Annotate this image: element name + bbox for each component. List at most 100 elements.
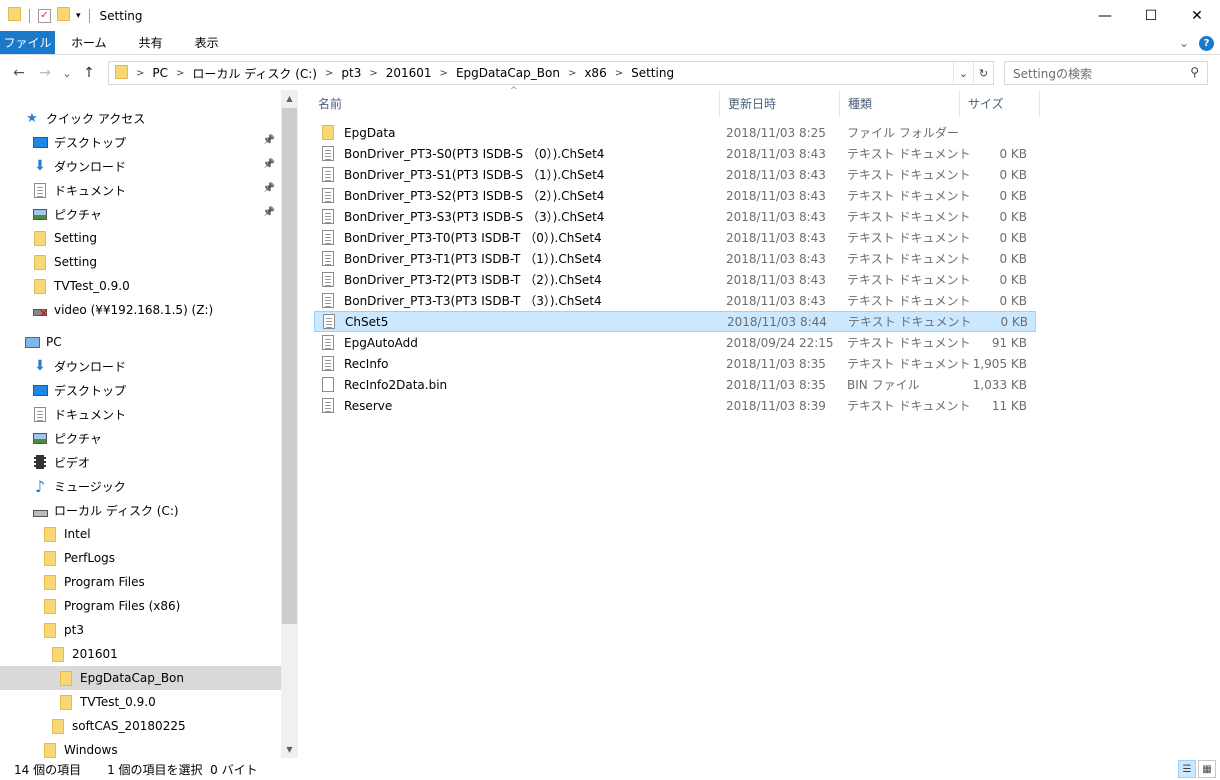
- pin-icon[interactable]: 📌: [263, 159, 275, 170]
- sidebar-item[interactable]: EpgDataCap_Bon: [0, 666, 281, 690]
- pin-icon[interactable]: 📌: [263, 207, 275, 218]
- pin-icon[interactable]: 📌: [263, 183, 275, 194]
- sidebar-item[interactable]: ピクチャ: [0, 426, 281, 450]
- file-row[interactable]: BonDriver_PT3-T2(PT3 ISDB-T （2）).ChSet4 2…: [314, 269, 1036, 290]
- file-row[interactable]: BonDriver_PT3-T3(PT3 ISDB-T （3）).ChSet4 2…: [314, 290, 1036, 311]
- breadcrumb-item[interactable]: pt3: [341, 66, 361, 80]
- expand-ribbon-icon[interactable]: ⌄: [1179, 36, 1189, 50]
- tab-view[interactable]: 表示: [179, 31, 235, 54]
- maximize-button[interactable]: ☐: [1128, 0, 1174, 31]
- new-folder-icon[interactable]: [57, 7, 70, 24]
- sidebar-item[interactable]: TVTest_0.9.0: [0, 690, 281, 714]
- sidebar-item[interactable]: Windows: [0, 738, 281, 758]
- sidebar-item[interactable]: ✕ video (¥¥192.168.1.5) (Z:): [0, 298, 281, 322]
- sidebar-item[interactable]: PC: [0, 330, 281, 354]
- address-dropdown-icon[interactable]: ⌄: [953, 62, 973, 84]
- sidebar-item-label: ビデオ: [54, 455, 91, 470]
- sidebar-item[interactable]: ★ クイック アクセス: [0, 106, 281, 130]
- file-row[interactable]: BonDriver_PT3-S1(PT3 ISDB-S （1）).ChSet4 2…: [314, 164, 1036, 185]
- file-date: 2018/09/24 22:15: [726, 335, 834, 350]
- refresh-icon[interactable]: ↻: [973, 62, 993, 84]
- sidebar-item[interactable]: デスクトップ 📌: [0, 130, 281, 154]
- column-header-name[interactable]: 名前: [310, 90, 720, 116]
- breadcrumb-separator-icon[interactable]: >: [369, 68, 377, 79]
- network-drive-disconnected-icon: ✕: [32, 302, 48, 320]
- sidebar-item[interactable]: Setting: [0, 250, 281, 274]
- column-header-date[interactable]: 更新日時: [720, 90, 840, 116]
- breadcrumb-item[interactable]: x86: [584, 66, 606, 80]
- sidebar-item[interactable]: PerfLogs: [0, 546, 281, 570]
- tab-home[interactable]: ホーム: [55, 31, 123, 54]
- file-row[interactable]: BonDriver_PT3-S3(PT3 ISDB-S （3）).ChSet4 2…: [314, 206, 1036, 227]
- sidebar-item[interactable]: ビデオ: [0, 450, 281, 474]
- breadcrumb-separator-icon[interactable]: >: [615, 68, 623, 79]
- sidebar-item[interactable]: ♪ ミュージック: [0, 474, 281, 498]
- file-name: BonDriver_PT3-S1(PT3 ISDB-S （1）).ChSet4: [344, 168, 605, 182]
- sidebar-item[interactable]: ドキュメント: [0, 402, 281, 426]
- breadcrumb-separator-icon[interactable]: >: [176, 68, 184, 79]
- file-row[interactable]: EpgAutoAdd 2018/09/24 22:15 テキスト ドキュメント 91 …: [314, 332, 1036, 353]
- file-row[interactable]: BonDriver_PT3-S0(PT3 ISDB-S （0）).ChSet4 2…: [314, 143, 1036, 164]
- breadcrumb-separator-icon[interactable]: >: [136, 68, 144, 79]
- recent-locations-button[interactable]: ⌄: [56, 67, 78, 80]
- breadcrumb-item[interactable]: ローカル ディスク (C:): [192, 65, 317, 82]
- sidebar-item[interactable]: ドキュメント 📌: [0, 178, 281, 202]
- scroll-down-icon[interactable]: ▼: [281, 741, 298, 758]
- customize-toolbar-icon[interactable]: ▾: [76, 11, 81, 21]
- file-row[interactable]: BonDriver_PT3-T1(PT3 ISDB-T （1）).ChSet4 2…: [314, 248, 1036, 269]
- file-row[interactable]: Reserve 2018/11/03 8:39 テキスト ドキュメント 11 KB: [314, 395, 1036, 416]
- sidebar-item[interactable]: pt3: [0, 618, 281, 642]
- minimize-button[interactable]: —: [1082, 0, 1128, 31]
- breadcrumb-item[interactable]: PC: [152, 66, 168, 80]
- file-row[interactable]: EpgData 2018/11/03 8:25 ファイル フォルダー: [314, 122, 1036, 143]
- back-button[interactable]: ←: [8, 65, 30, 81]
- tab-share[interactable]: 共有: [123, 31, 179, 54]
- window-title: Setting: [99, 8, 143, 23]
- details-view-icon[interactable]: ☰: [1178, 760, 1196, 778]
- sidebar-item[interactable]: Program Files: [0, 570, 281, 594]
- column-header-size[interactable]: サイズ: [960, 90, 1040, 116]
- file-type: テキスト ドキュメント: [847, 147, 971, 161]
- breadcrumb-separator-icon[interactable]: >: [325, 68, 333, 79]
- pin-icon[interactable]: 📌: [263, 135, 275, 146]
- breadcrumb-item[interactable]: Setting: [631, 66, 674, 80]
- file-row[interactable]: RecInfo 2018/11/03 8:35 テキスト ドキュメント 1,905 K…: [314, 353, 1036, 374]
- file-row[interactable]: ChSet5 2018/11/03 8:44 テキスト ドキュメント 0 KB: [314, 311, 1036, 332]
- close-button[interactable]: ✕: [1174, 0, 1220, 31]
- breadcrumb-separator-icon[interactable]: >: [568, 68, 576, 79]
- folder-icon: [58, 670, 74, 686]
- large-icons-view-icon[interactable]: ▦: [1198, 760, 1216, 778]
- sidebar-item[interactable]: softCAS_20180225: [0, 714, 281, 738]
- up-button[interactable]: ↑: [78, 65, 100, 81]
- folder-icon: [42, 526, 58, 542]
- sidebar-item[interactable]: 201601: [0, 642, 281, 666]
- help-icon[interactable]: ?: [1199, 35, 1214, 51]
- file-row[interactable]: BonDriver_PT3-T0(PT3 ISDB-T （0）).ChSet4 2…: [314, 227, 1036, 248]
- navigation-bar: ← → ⌄ ↑ > PC > ローカル ディスク (C:) > pt3 >201601 > Ep…: [0, 56, 1220, 90]
- scrollbar-thumb[interactable]: [282, 108, 297, 624]
- breadcrumb-item[interactable]: EpgDataCap_Bon: [456, 66, 560, 80]
- file-row[interactable]: RecInfo2Data.bin 2018/11/03 8:35 BIN ファイル 1…: [314, 374, 1036, 395]
- breadcrumb-item[interactable]: 201601: [386, 66, 432, 80]
- scroll-up-icon[interactable]: ▲: [281, 90, 298, 107]
- file-row[interactable]: BonDriver_PT3-S2(PT3 ISDB-S （2）).ChSet4 2…: [314, 185, 1036, 206]
- sidebar-item-label: 201601: [72, 647, 118, 661]
- tab-file[interactable]: ファイル: [0, 31, 55, 54]
- sidebar-item[interactable]: ローカル ディスク (C:): [0, 498, 281, 522]
- navigation-scrollbar[interactable]: ▲ ▼: [281, 90, 298, 758]
- breadcrumb-separator-icon[interactable]: >: [440, 68, 448, 79]
- sidebar-item[interactable]: Intel: [0, 522, 281, 546]
- properties-icon[interactable]: ✓: [38, 8, 51, 23]
- sidebar-item[interactable]: Setting: [0, 226, 281, 250]
- sidebar-item[interactable]: ⬇ ダウンロード: [0, 354, 281, 378]
- file-name: BonDriver_PT3-S2(PT3 ISDB-S （2）).ChSet4: [344, 189, 605, 203]
- column-header-type[interactable]: 種類: [840, 90, 960, 116]
- forward-button[interactable]: →: [34, 65, 56, 81]
- search-input[interactable]: Settingの検索 ⚲: [1004, 61, 1208, 85]
- sidebar-item[interactable]: デスクトップ: [0, 378, 281, 402]
- address-bar[interactable]: > PC > ローカル ディスク (C:) > pt3 >201601 > EpgDataCap…: [108, 61, 994, 85]
- sidebar-item[interactable]: ピクチャ 📌: [0, 202, 281, 226]
- sidebar-item[interactable]: ⬇ ダウンロード 📌: [0, 154, 281, 178]
- sidebar-item[interactable]: TVTest_0.9.0: [0, 274, 281, 298]
- sidebar-item[interactable]: Program Files (x86): [0, 594, 281, 618]
